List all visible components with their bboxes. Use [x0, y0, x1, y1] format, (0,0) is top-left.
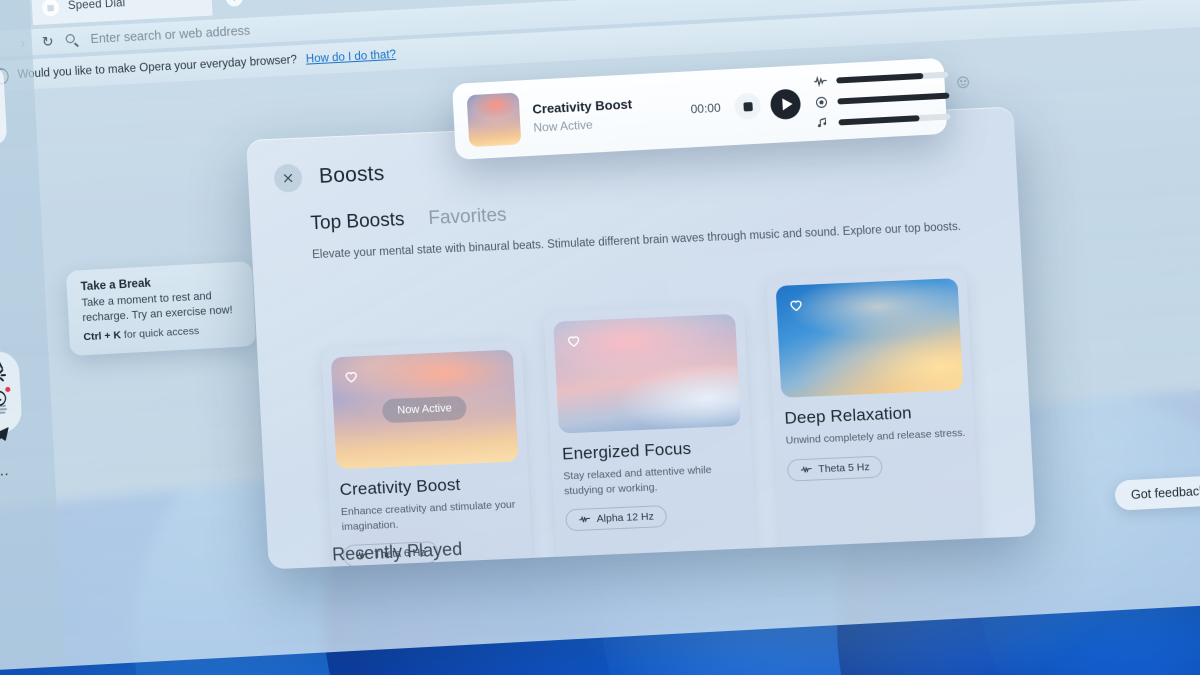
heart-outline-icon	[345, 371, 357, 383]
tooltip-body: Take a moment to rest and recharge. Try …	[81, 290, 233, 325]
player-controls	[733, 88, 802, 122]
slider-music[interactable]	[815, 110, 951, 131]
now-active-badge: Now Active	[381, 395, 468, 424]
slider-track[interactable]	[838, 113, 951, 126]
boost-card-subtitle: Enhance creativity and stimulate your im…	[340, 498, 516, 533]
sidebar-item-whatsapp[interactable]	[0, 380, 22, 416]
sidebar-item-messengers[interactable]	[0, 105, 7, 141]
got-feedback-button[interactable]: Got feedback	[1114, 475, 1200, 511]
take-a-break-tooltip: Take a Break Take a moment to rest and r…	[65, 261, 257, 356]
boosts-panel-header: Boosts	[273, 160, 385, 193]
favorite-heart-icon[interactable]	[565, 332, 583, 350]
slider-fill	[838, 115, 920, 126]
sidebar-top-group	[0, 64, 8, 148]
boost-card[interactable]: Energized Focus Stay relaxed and attenti…	[543, 304, 758, 570]
boost-card-artwork	[553, 313, 741, 434]
waveform-icon	[813, 74, 828, 89]
boost-frequency-label: Theta 5 Hz	[817, 460, 870, 476]
page-title: Boosts	[318, 162, 385, 188]
waveform-icon	[579, 516, 591, 523]
boost-frequency-label: Alpha 12 Hz	[596, 510, 655, 526]
heart-outline-icon	[790, 300, 802, 312]
boost-card-artwork	[775, 278, 964, 398]
tab-top-boosts[interactable]: Top Boosts	[310, 209, 405, 235]
telegram-icon	[0, 427, 9, 441]
boost-card-subtitle: Unwind completely and release stress.	[785, 426, 966, 447]
play-icon	[781, 97, 793, 111]
player-elapsed-time: 00:00	[690, 100, 722, 117]
player-track-info: Creativity Boost Now Active	[532, 93, 684, 134]
boost-frequency-chip[interactable]: Theta 5 Hz	[786, 455, 884, 482]
smiley-icon	[957, 76, 969, 89]
reload-icon[interactable]: ↻	[41, 33, 54, 51]
player-status: Now Active	[533, 117, 594, 135]
tooltip-shortcut: Ctrl + K for quick access	[83, 322, 241, 343]
sidebar-item-player[interactable]	[0, 344, 20, 380]
close-icon	[283, 174, 293, 183]
close-boosts-button[interactable]	[273, 163, 303, 193]
tooltip-shortcut-suffix: for quick access	[120, 324, 200, 341]
slider-ambient[interactable]	[814, 89, 950, 110]
screen: ▦ Speed Dial + ‹ › ↻ Enter search or web…	[0, 0, 1200, 675]
heart-outline-icon	[567, 336, 580, 347]
search-icon	[65, 33, 79, 47]
notification-message: Would you like to make Opera your everyd…	[17, 54, 298, 82]
slider-track[interactable]	[837, 92, 950, 105]
boosts-tabs: Top Boosts Favorites	[310, 205, 507, 236]
boost-frequency-chip[interactable]: Alpha 12 Hz	[565, 505, 668, 532]
tab-favorites[interactable]: Favorites	[428, 205, 507, 230]
boost-card[interactable]: Now Active Creativity Boost Enhance crea…	[321, 340, 534, 570]
slider-fill	[837, 92, 950, 105]
player-smiley-button[interactable]	[955, 74, 971, 90]
how-do-i-do-that-link[interactable]: How do I do that?	[306, 49, 397, 66]
more-dots-icon: …	[0, 461, 12, 480]
tab-title: Speed Dial	[67, 0, 126, 13]
boost-card-title: Energized Focus	[561, 438, 692, 464]
waveform-icon	[800, 465, 812, 473]
slider-track[interactable]	[836, 71, 949, 84]
music-note-icon	[815, 116, 830, 131]
player-volume-sliders	[813, 68, 951, 131]
player-icon	[0, 355, 4, 370]
boost-card-artwork: Now Active	[330, 349, 519, 470]
tooltip-shortcut-keys: Ctrl + K	[83, 328, 122, 343]
whatsapp-unread-badge	[4, 385, 12, 394]
play-button[interactable]	[769, 88, 802, 121]
boost-card-title: Deep Relaxation	[784, 403, 913, 428]
slider-fill	[836, 72, 924, 84]
sidebar-item-more[interactable]: …	[0, 452, 25, 488]
boost-card[interactable]: Deep Relaxation Unwind completely and re…	[766, 268, 981, 561]
speed-dial-favicon-icon: ▦	[41, 0, 60, 17]
record-circle-icon	[814, 95, 829, 110]
sidebar-item-telegram[interactable]	[0, 416, 24, 452]
boost-cards-list: Now Active Creativity Boost Enhance crea…	[318, 268, 981, 570]
new-tab-button[interactable]: +	[225, 0, 244, 7]
address-input-placeholder[interactable]: Enter search or web address	[90, 24, 250, 46]
browser-sidebar: …	[0, 0, 66, 672]
stop-button[interactable]	[733, 92, 762, 120]
favorite-heart-icon[interactable]	[342, 367, 360, 385]
slider-binaural[interactable]	[813, 68, 949, 89]
stop-icon	[742, 101, 753, 112]
sidebar-item-bookmarks[interactable]	[0, 71, 5, 107]
boost-card-title: Creativity Boost	[339, 474, 461, 500]
player-artwork	[466, 92, 522, 148]
favorite-heart-icon[interactable]	[787, 296, 805, 314]
boosts-panel: Boosts Top Boosts Favorites Elevate your…	[246, 106, 1037, 570]
boost-card-subtitle: Stay relaxed and attentive while studyin…	[563, 464, 712, 498]
